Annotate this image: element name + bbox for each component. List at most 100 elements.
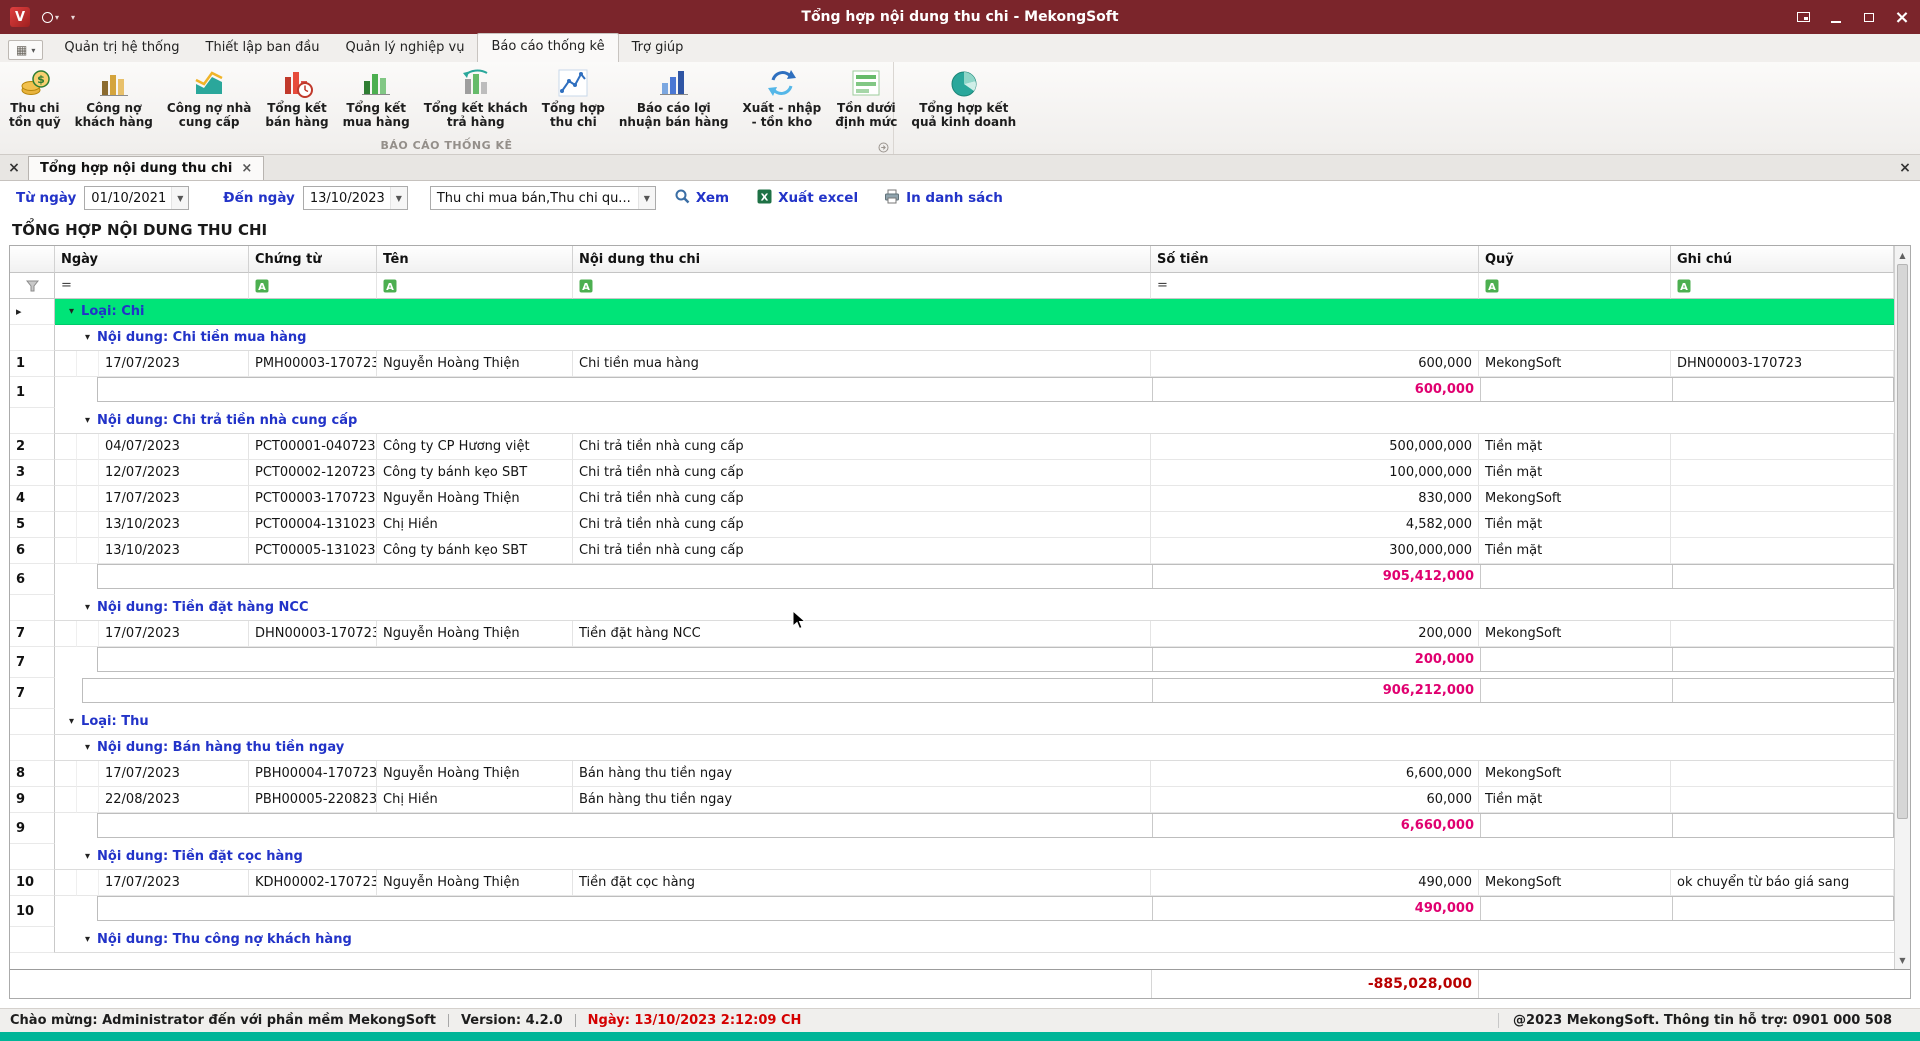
- cell-desc[interactable]: Chi trả tiền nhà cung cấp: [573, 538, 1151, 564]
- cell-date[interactable]: 04/07/2023: [99, 434, 249, 460]
- cell-date[interactable]: 17/07/2023: [99, 351, 249, 377]
- fit-screen-icon[interactable]: [1795, 9, 1811, 25]
- ribbon-button-ton-duoi-dinh-muc[interactable]: Tồn dướiđịnh mức: [828, 62, 904, 139]
- cell-fund[interactable]: Tiền mặt: [1479, 460, 1671, 486]
- collapse-icon[interactable]: ▾: [69, 306, 74, 317]
- collapse-icon[interactable]: ▾: [85, 742, 90, 753]
- cell-name[interactable]: Chị Hiền: [377, 787, 573, 813]
- cell-fund[interactable]: MekongSoft: [1479, 621, 1671, 647]
- table-row[interactable]: 1017/07/2023KDH00002-170723Nguyễn Hoàng …: [10, 870, 1894, 896]
- cell-amount[interactable]: 4,582,000: [1151, 512, 1479, 538]
- collapse-icon[interactable]: ▾: [85, 415, 90, 426]
- table-row[interactable]: 117/07/2023PMH00003-170723Nguyễn Hoàng T…: [10, 351, 1894, 377]
- from-date-input[interactable]: 01/10/2021 ▼: [84, 186, 189, 210]
- group-cell[interactable]: ▾Loại: Thu: [55, 709, 1894, 735]
- app-logo-icon[interactable]: V: [10, 7, 30, 27]
- cell-note[interactable]: [1671, 761, 1894, 787]
- column-filter-icon[interactable]: A: [579, 279, 593, 293]
- column-filter-icon[interactable]: A: [1485, 279, 1499, 293]
- subgroup-row[interactable]: ▾Nội dung: Thu công nợ khách hàng: [10, 927, 1894, 953]
- cell-desc[interactable]: Chi tiền mua hàng: [573, 351, 1151, 377]
- close-tab-icon[interactable]: ×: [241, 161, 252, 176]
- ribbon-button-tong-ket-khach-tra-hang[interactable]: Tổng kết kháchtrả hàng: [417, 62, 535, 139]
- collapse-icon[interactable]: ▾: [69, 716, 74, 727]
- cell-name[interactable]: Nguyễn Hoàng Thiện: [377, 761, 573, 787]
- cell-name[interactable]: Công ty bánh kẹo SBT: [377, 460, 573, 486]
- cell-desc[interactable]: Tiền đặt cọc hàng: [573, 870, 1151, 896]
- cell-amount[interactable]: 100,000,000: [1151, 460, 1479, 486]
- cell-note[interactable]: [1671, 460, 1894, 486]
- filter-cell-3[interactable]: A: [377, 273, 573, 299]
- table-row[interactable]: 312/07/2023PCT00002-120723Công ty bánh k…: [10, 460, 1894, 486]
- menu-tab-thiet-lap-ban-dau[interactable]: Thiết lập ban đầu: [193, 35, 333, 62]
- cell-note[interactable]: ok chuyển từ báo giá sang: [1671, 870, 1894, 896]
- table-row[interactable]: 204/07/2023PCT00001-040723Công ty CP Hươ…: [10, 434, 1894, 460]
- cell-fund[interactable]: Tiền mặt: [1479, 538, 1671, 564]
- ribbon-button-xuat-nhap-ton-kho[interactable]: Xuất - nhập- tồn kho: [736, 62, 829, 139]
- cell-name[interactable]: Nguyễn Hoàng Thiện: [377, 351, 573, 377]
- ribbon-button-cong-no-khach-hang[interactable]: Công nợkhách hàng: [68, 62, 160, 139]
- column-header-5[interactable]: Số tiền: [1151, 246, 1479, 273]
- collapse-icon[interactable]: ▾: [85, 934, 90, 945]
- filter-cell-4[interactable]: A: [573, 273, 1151, 299]
- cell-name[interactable]: Công ty bánh kẹo SBT: [377, 538, 573, 564]
- subgroup-cell[interactable]: ▾Nội dung: Tiền đặt cọc hàng: [55, 844, 1894, 870]
- menu-launcher-button[interactable]: ▦ ▾: [8, 40, 43, 60]
- cell-desc[interactable]: Chi trả tiền nhà cung cấp: [573, 434, 1151, 460]
- cell-note[interactable]: [1671, 486, 1894, 512]
- column-filter-icon[interactable]: A: [255, 279, 269, 293]
- cell-amount[interactable]: 490,000: [1151, 870, 1479, 896]
- group-dialog-launcher-icon[interactable]: [878, 142, 889, 153]
- column-filter-icon[interactable]: A: [1677, 279, 1691, 293]
- filter-cell-6[interactable]: A: [1479, 273, 1671, 299]
- export-excel-button[interactable]: X Xuất excel: [757, 189, 858, 208]
- minimize-button[interactable]: [1828, 9, 1844, 25]
- cell-fund[interactable]: MekongSoft: [1479, 351, 1671, 377]
- close-all-tabs-button[interactable]: ×: [0, 155, 28, 180]
- collapse-icon[interactable]: ▾: [85, 851, 90, 862]
- cell-desc[interactable]: Bán hàng thu tiền ngay: [573, 761, 1151, 787]
- scroll-down-icon[interactable]: ▼: [1895, 952, 1910, 968]
- column-header-6[interactable]: Quỹ: [1479, 246, 1671, 273]
- menu-tab-quan-tri-he-thong[interactable]: Quản trị hệ thống: [51, 35, 192, 62]
- table-row[interactable]: 717/07/2023DHN00003-170723Nguyễn Hoàng T…: [10, 621, 1894, 647]
- cell-fund[interactable]: MekongSoft: [1479, 870, 1671, 896]
- ribbon-button-bao-cao-loi-nhuan-ban-hang[interactable]: Báo cáo lợinhuận bán hàng: [612, 62, 736, 139]
- cell-doc[interactable]: DHN00003-170723: [249, 621, 377, 647]
- cell-doc[interactable]: PBH00004-170723: [249, 761, 377, 787]
- cell-date[interactable]: 17/07/2023: [99, 486, 249, 512]
- cell-doc[interactable]: PMH00003-170723: [249, 351, 377, 377]
- cell-doc[interactable]: PCT00001-040723: [249, 434, 377, 460]
- close-button[interactable]: ×: [1894, 9, 1910, 25]
- chevron-down-icon[interactable]: ▼: [638, 187, 655, 209]
- ribbon-button-cong-no-nha-cung-cap[interactable]: Công nợ nhàcung cấp: [160, 62, 259, 139]
- filter-cell-7[interactable]: A: [1671, 273, 1894, 299]
- filter-cell-1[interactable]: =: [55, 273, 249, 299]
- ribbon-button-thu-chi-ton-quy[interactable]: $Thu chitồn quỹ: [2, 62, 68, 139]
- filter-cell-5[interactable]: =: [1151, 273, 1479, 299]
- subgroup-row[interactable]: ▾Nội dung: Tiền đặt cọc hàng: [10, 844, 1894, 870]
- cell-date[interactable]: 17/07/2023: [99, 870, 249, 896]
- cell-fund[interactable]: MekongSoft: [1479, 486, 1671, 512]
- cell-name[interactable]: Chị Hiền: [377, 512, 573, 538]
- column-filter-icon[interactable]: A: [383, 279, 397, 293]
- cell-fund[interactable]: Tiền mặt: [1479, 434, 1671, 460]
- cell-amount[interactable]: 60,000: [1151, 787, 1479, 813]
- cell-name[interactable]: Công ty CP Hương việt: [377, 434, 573, 460]
- cell-desc[interactable]: Chi trả tiền nhà cung cấp: [573, 486, 1151, 512]
- cell-note[interactable]: [1671, 434, 1894, 460]
- subgroup-row[interactable]: ▾Nội dung: Bán hàng thu tiền ngay: [10, 735, 1894, 761]
- cell-note[interactable]: DHN00003-170723: [1671, 351, 1894, 377]
- group-row[interactable]: ▸▾Loại: Chi: [10, 299, 1894, 325]
- cell-doc[interactable]: PCT00002-120723: [249, 460, 377, 486]
- cell-desc[interactable]: Chi trả tiền nhà cung cấp: [573, 512, 1151, 538]
- menu-tab-tro-giup[interactable]: Trợ giúp: [619, 35, 697, 62]
- subgroup-cell[interactable]: ▾Nội dung: Thu công nợ khách hàng: [55, 927, 1894, 953]
- ribbon-button-tong-hop-thu-chi[interactable]: Tổng hợpthu chi: [535, 62, 612, 139]
- cell-doc[interactable]: PCT00004-131023: [249, 512, 377, 538]
- chevron-down-icon[interactable]: ▼: [390, 187, 407, 209]
- table-row[interactable]: 922/08/2023PBH00005-220823Chị HiềnBán hà…: [10, 787, 1894, 813]
- menu-tab-bao-cao-thong-ke[interactable]: Báo cáo thống kê: [477, 33, 618, 62]
- subgroup-cell[interactable]: ▾Nội dung: Chi tiền mua hàng: [55, 325, 1894, 351]
- print-list-button[interactable]: In danh sách: [884, 189, 1003, 208]
